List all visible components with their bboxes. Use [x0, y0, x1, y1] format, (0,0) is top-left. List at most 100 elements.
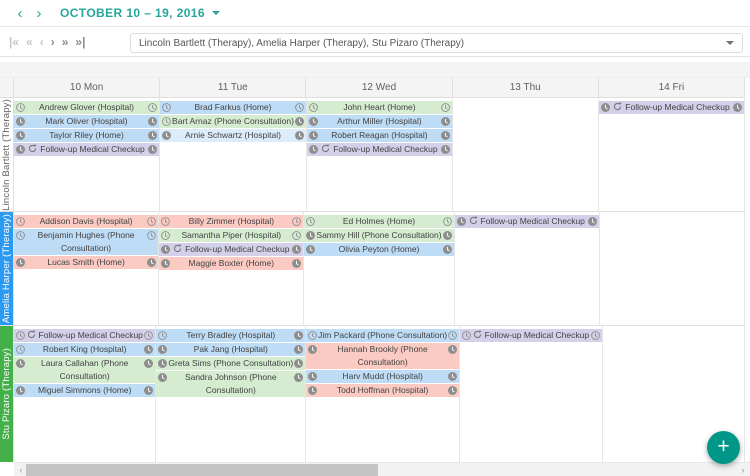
appointment[interactable]: Follow-up Medical Checkup [14, 329, 156, 342]
recurrence-icon [473, 330, 482, 339]
scrollbar-track[interactable]: ‹ › [14, 462, 750, 476]
appointment[interactable]: Todd Hoffman (Hospital) [306, 384, 460, 397]
appointment-title: Pak Jang (Hospital) [193, 344, 268, 354]
clock-filled-icon [440, 131, 450, 140]
appointment[interactable]: Miguel Simmons (Home) [14, 384, 156, 397]
appointment[interactable]: Lucas Smith (Home) [14, 256, 159, 269]
clock-outline-icon [147, 217, 157, 226]
clock-filled-icon [161, 259, 171, 268]
clock-filled-icon [308, 372, 318, 381]
clock-outline-icon [462, 331, 471, 340]
appointment[interactable]: Follow-up Medical Checkup [460, 329, 602, 342]
appointment[interactable]: Greta Sims (Phone Consultation) [156, 357, 306, 370]
resource-filter-value: Lincoln Bartlett (Therapy), Amelia Harpe… [139, 37, 465, 49]
day-cell[interactable]: John Heart (Home) Arthur Miller (Hospital… [306, 98, 453, 211]
appointment[interactable]: Samantha Piper (Hospital) [159, 229, 304, 242]
day-cell[interactable]: Follow-up Medical Checkup [460, 326, 603, 462]
appointment[interactable]: Sandra Johnson (Phone Consultation) [156, 371, 306, 397]
appointment[interactable]: Addison Davis (Hospital) [14, 215, 159, 228]
appointment[interactable]: Follow-up Medical Checkup [306, 143, 452, 156]
appointment[interactable]: Maggie Boxter (Home) [159, 257, 304, 270]
clock-filled-icon [294, 117, 304, 126]
appointment[interactable]: Taylor Riley (Home) [14, 129, 160, 142]
day-cell[interactable]: Follow-up Medical Checkup Robert King (Ho… [14, 326, 157, 462]
clock-filled-icon [16, 386, 25, 395]
next-period-icon[interactable]: › [32, 6, 46, 21]
clock-outline-icon [295, 103, 304, 112]
resource-label: Lincoln Bartlett (Therapy) [0, 98, 14, 211]
appointment[interactable]: Follow-up Medical Checkup [599, 101, 745, 114]
appointment[interactable]: John Heart (Home) [306, 101, 452, 114]
day-cell[interactable]: Jim Packard (Phone Consultation) Hannah B… [306, 326, 461, 462]
appointment[interactable]: Sammy Hill (Phone Consultation) [304, 229, 454, 242]
day-cell[interactable] [452, 98, 599, 211]
clock-filled-icon [162, 131, 172, 140]
date-header-row: 10 Mon 11 Tue 12 Wed 13 Thu 14 Fri [0, 78, 746, 98]
clock-outline-icon [442, 217, 452, 226]
appointment[interactable]: Follow-up Medical Checkup [14, 143, 160, 156]
pager-next-chunk-button[interactable]: » [62, 36, 69, 48]
clock-filled-icon [16, 131, 25, 140]
pager-last-button[interactable]: »| [75, 36, 85, 48]
appointment[interactable]: Ed Holmes (Home) [304, 215, 454, 228]
appointment-title: Lucas Smith (Home) [47, 257, 125, 267]
date-range-title[interactable]: OCTOBER 10 – 19, 2016 [60, 6, 205, 20]
day-cell[interactable]: Andrew Glover (Hospital) Mark Oliver (Hos… [14, 98, 161, 211]
appointment-title: Follow-up Medical Checkup [469, 216, 585, 226]
appointment[interactable]: Olivia Peyton (Home) [304, 243, 454, 256]
appointment-title: Greta Sims (Phone Consultation) [168, 358, 294, 368]
day-cell[interactable]: Addison Davis (Hospital) Benjamin Hughes … [14, 212, 160, 325]
clock-filled-icon [16, 145, 25, 154]
appointment[interactable]: Mark Oliver (Hospital) [14, 115, 160, 128]
day-cell[interactable]: Ed Holmes (Home) Sammy Hill (Phone Consul… [304, 212, 455, 325]
clock-outline-icon [162, 117, 171, 126]
appointment[interactable]: Bart Arnaz (Phone Consultation) [160, 115, 306, 128]
appointment[interactable]: Harv Mudd (Hospital) [306, 370, 460, 383]
appointment[interactable]: Andrew Glover (Hospital) [14, 101, 160, 114]
prev-period-icon[interactable]: ‹ [13, 6, 27, 21]
appointment[interactable]: Laura Callahan (Phone Consultation) [14, 357, 156, 383]
resource-name: Stu Pizaro (Therapy) [1, 348, 12, 440]
appointment[interactable]: Brad Farkus (Home) [160, 101, 306, 114]
scroll-right-icon[interactable]: › [737, 464, 749, 476]
appointment-title: Addison Davis (Hospital) [39, 216, 133, 226]
day-cell[interactable]: Brad Farkus (Home) Bart Arnaz (Phone Cons… [160, 98, 307, 211]
appointment[interactable]: Terry Bradley (Hospital) [156, 329, 306, 342]
pager-next-button[interactable]: › [51, 36, 55, 48]
day-cell[interactable]: Follow-up Medical Checkup [599, 98, 746, 211]
appointment[interactable]: Hannah Brookly (Phone Consultation) [306, 343, 460, 369]
appointment[interactable]: Jim Packard (Phone Consultation) [306, 329, 460, 342]
clock-filled-icon [294, 331, 304, 340]
resource-filter-select[interactable]: Lincoln Bartlett (Therapy), Amelia Harpe… [130, 33, 743, 53]
add-appointment-button[interactable]: + [707, 431, 740, 464]
appointment[interactable]: Pak Jang (Hospital) [156, 343, 306, 356]
clock-filled-icon [161, 245, 171, 254]
appointment[interactable]: Follow-up Medical Checkup [159, 243, 304, 256]
appointment-title: Taylor Riley (Home) [49, 130, 124, 140]
clock-outline-icon [147, 231, 157, 240]
appointment[interactable]: Arnie Schwartz (Hospital) [160, 129, 306, 142]
appointment-title: Robert Reagan (Hospital) [331, 130, 428, 140]
scheduler-app: ‹ › OCTOBER 10 – 19, 2016 |« « ‹ › » »| Linco… [0, 0, 750, 476]
horizontal-scrollbar: ‹ › [0, 462, 750, 476]
appointment[interactable]: Benjamin Hughes (Phone Consultation) [14, 229, 159, 255]
day-cell[interactable]: Follow-up Medical Checkup [454, 212, 600, 325]
appointment-title: Follow-up Medical Checkup [27, 330, 143, 340]
day-cell[interactable]: Terry Bradley (Hospital) Pak Jang (Hospit… [156, 326, 307, 462]
clock-filled-icon [292, 245, 302, 254]
pager-prev-chunk-button: « [26, 35, 33, 49]
day-cell[interactable]: Billy Zimmer (Hospital) Samantha Piper (H… [159, 212, 305, 325]
appointment[interactable]: Billy Zimmer (Hospital) [159, 215, 304, 228]
resource-row: Stu Pizaro (Therapy) Follow-up Medical Ch… [0, 326, 745, 462]
scrollbar-thumb[interactable] [26, 464, 378, 476]
appointment[interactable]: Arthur Miller (Hospital) [306, 115, 452, 128]
chevron-down-icon[interactable] [211, 11, 220, 15]
appointment[interactable]: Robert King (Hospital) [14, 343, 156, 356]
recurrence-icon [469, 216, 478, 225]
appointment-title: Benjamin Hughes (Phone Consultation) [37, 230, 135, 253]
appointment[interactable]: Robert Reagan (Hospital) [306, 129, 452, 142]
clock-filled-icon [144, 345, 154, 354]
day-cell[interactable] [599, 212, 746, 325]
appointment[interactable]: Follow-up Medical Checkup [454, 215, 599, 228]
chevron-down-icon [726, 41, 734, 45]
